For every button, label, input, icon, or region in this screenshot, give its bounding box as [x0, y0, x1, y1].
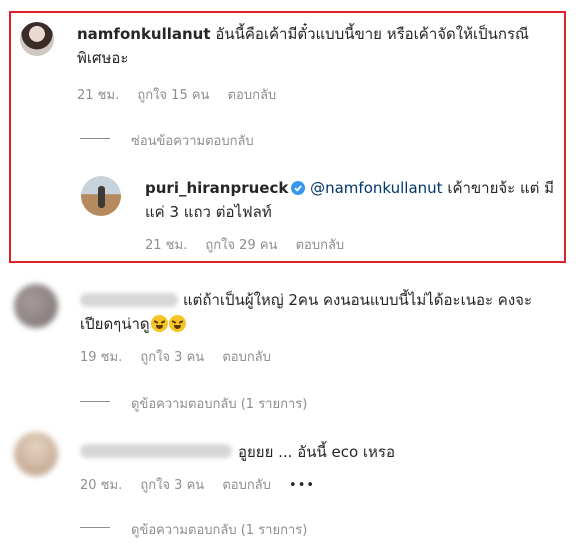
- reply-meta: 21 ชม. ถูกใจ 29 คน ตอบกลับ: [145, 234, 358, 255]
- comment-username[interactable]: namfonkullanut: [77, 25, 211, 43]
- reply-button[interactable]: ตอบกลับ: [228, 88, 277, 103]
- avatar[interactable]: [14, 432, 58, 476]
- comment-time: 20 ชม.: [80, 478, 123, 493]
- reply-likes[interactable]: ถูกใจ 29 คน: [205, 238, 277, 253]
- reply-body: puri_hiranprueck @namfonkullanut เค้าขาย…: [145, 176, 565, 224]
- reply-time: 21 ชม.: [145, 238, 188, 253]
- blurred-username[interactable]: [80, 293, 178, 307]
- divider: [80, 401, 110, 402]
- comment-text-line2: พิเศษอะ: [77, 49, 129, 67]
- view-replies-button[interactable]: ดูข้อความตอบกลับ (1 รายการ): [131, 393, 307, 414]
- view-replies-button[interactable]: ดูข้อความตอบกลับ (1 รายการ): [131, 519, 307, 540]
- comment-time: 21 ชม.: [77, 88, 120, 103]
- reply-button[interactable]: ตอบกลับ: [222, 350, 271, 365]
- laughing-emoji-icon: [150, 315, 168, 332]
- hide-replies-button[interactable]: ซ่อนข้อความตอบกลับ: [131, 130, 254, 151]
- comment-body: แต่ถ้าเป็นผู้ใหญ่ 2คน คงนอนแบบนี้ไม่ได้อ…: [183, 288, 568, 312]
- more-options-icon[interactable]: •••: [289, 478, 315, 493]
- comment-body: namfonkullanut อันนี้คือเค้ามีตั๋วแบบนี้…: [77, 22, 557, 70]
- laughing-emoji-icon: [168, 315, 186, 332]
- comment-meta: 20 ชม. ถูกใจ 3 คน ตอบกลับ •••: [80, 474, 329, 495]
- avatar[interactable]: [20, 22, 54, 56]
- avatar[interactable]: [14, 284, 58, 328]
- comment-likes[interactable]: ถูกใจ 3 คน: [140, 478, 204, 493]
- comment-text-line2-wrap: เปียดๆน่าดู: [80, 312, 186, 336]
- reply-button[interactable]: ตอบกลับ: [222, 478, 271, 493]
- reply-text-line1: เค้าขายจ้ะ แต่ มี: [447, 179, 555, 197]
- comment-body: อูยยย ... อันนี้ eco เหรอ: [238, 440, 395, 464]
- blurred-username[interactable]: [80, 444, 232, 458]
- comment-likes[interactable]: ถูกใจ 15 คน: [137, 88, 209, 103]
- reply-text-line2: แค่ 3 แถว ต่อไฟลท์: [145, 203, 272, 221]
- divider: [80, 527, 110, 528]
- comment-text-line1: แต่ถ้าเป็นผู้ใหญ่ 2คน คงนอนแบบนี้ไม่ได้อ…: [183, 291, 533, 309]
- mention-link[interactable]: @namfonkullanut: [310, 179, 442, 197]
- divider: [80, 138, 110, 139]
- comment-likes[interactable]: ถูกใจ 3 คน: [140, 350, 204, 365]
- comment-time: 19 ชม.: [80, 350, 123, 365]
- verified-icon: [291, 181, 306, 195]
- comment-text-line1: อันนี้คือเค้ามีตั๋วแบบนี้ขาย หรือเค้าจัด…: [215, 25, 529, 43]
- avatar[interactable]: [81, 176, 121, 216]
- comment-meta: 21 ชม. ถูกใจ 15 คน ตอบกลับ: [77, 84, 290, 105]
- reply-reply-button[interactable]: ตอบกลับ: [296, 238, 345, 253]
- comment-text: อูยยย ... อันนี้ eco เหรอ: [238, 443, 396, 461]
- comment-text-line2: เปียดๆน่าดู: [80, 315, 150, 333]
- comment-meta: 19 ชม. ถูกใจ 3 คน ตอบกลับ: [80, 346, 285, 367]
- reply-username[interactable]: puri_hiranprueck: [145, 179, 288, 197]
